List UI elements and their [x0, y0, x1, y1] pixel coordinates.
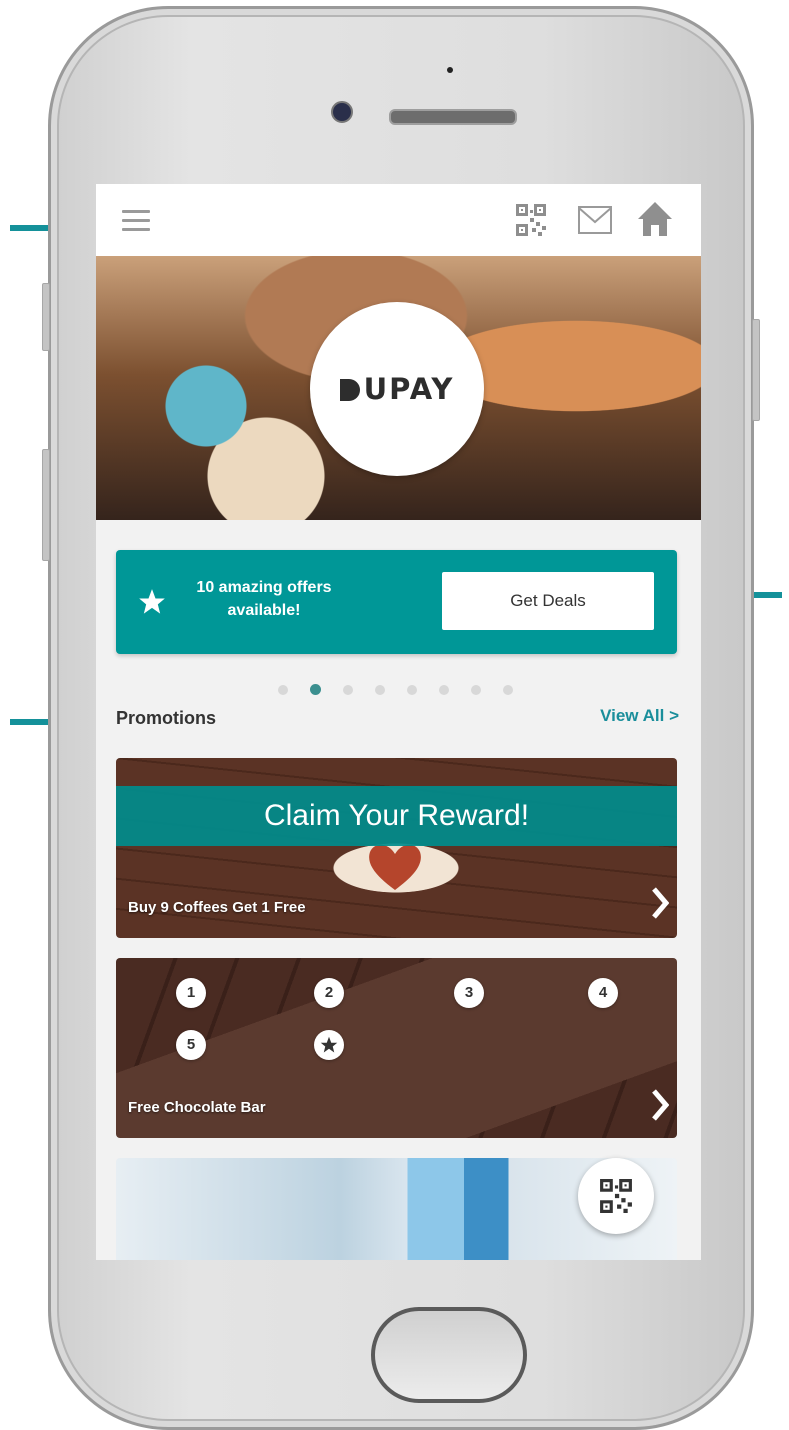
top-bar: [96, 184, 701, 257]
star-icon: [139, 589, 165, 614]
deals-text-line2: available!: [227, 602, 301, 619]
chevron-right-icon: [652, 887, 669, 919]
front-camera: [331, 101, 353, 123]
stamp-star-badge: [314, 1030, 344, 1060]
proximity-sensor: [447, 67, 453, 73]
get-deals-button[interactable]: Get Deals: [442, 572, 654, 630]
hamburger-menu-icon[interactable]: [122, 210, 150, 232]
view-all-link[interactable]: View All >: [600, 706, 679, 726]
carousel-dot[interactable]: [407, 685, 417, 695]
qr-scan-button[interactable]: [578, 1158, 654, 1234]
stamp-badge: 5: [176, 1030, 206, 1060]
power-button: [752, 319, 760, 421]
stamp-badge: 2: [314, 978, 344, 1008]
chevron-right-icon: [652, 1089, 669, 1121]
promotion-card-label: Buy 9 Coffees Get 1 Free: [128, 899, 306, 916]
carousel-dot[interactable]: [310, 684, 321, 695]
side-button: [42, 283, 50, 351]
stamp-badge: 4: [588, 978, 618, 1008]
deals-text-line1: 10 amazing offers: [196, 579, 332, 596]
volume-up-button: [42, 449, 50, 561]
carousel-dot[interactable]: [439, 685, 449, 695]
qr-code-icon[interactable]: [516, 204, 546, 236]
carousel-dots: [278, 682, 535, 695]
carousel-dot[interactable]: [503, 685, 513, 695]
stamp-badge: 3: [454, 978, 484, 1008]
stamp-badge: 1: [176, 978, 206, 1008]
carousel-dot[interactable]: [375, 685, 385, 695]
deals-text: 10 amazing offers available!: [174, 576, 354, 622]
latte-heart-image: [369, 844, 421, 890]
earpiece-speaker: [389, 109, 517, 125]
home-icon[interactable]: [636, 200, 674, 238]
promotions-heading: Promotions: [116, 708, 217, 728]
hero-banner: UPAY: [96, 256, 701, 520]
promotion-card-chocolate[interactable]: 1 2 3 4 5 Free Chocolate Bar: [116, 958, 677, 1138]
claim-reward-banner: Claim Your Reward!: [116, 786, 677, 846]
app-screen: UPAY 10 amazing offers available! Get De…: [96, 184, 701, 1260]
brand-logo: UPAY: [310, 302, 484, 476]
carousel-dot[interactable]: [343, 685, 353, 695]
carousel-dot[interactable]: [471, 685, 481, 695]
promotion-card-coffee[interactable]: Claim Your Reward! Buy 9 Coffees Get 1 F…: [116, 758, 677, 938]
logo-mark-icon: [339, 379, 360, 401]
home-button[interactable]: [371, 1307, 527, 1403]
promotion-card-label: Free Chocolate Bar: [128, 1099, 266, 1116]
carousel-dot[interactable]: [278, 685, 288, 695]
qr-code-icon: [600, 1179, 632, 1213]
star-icon: [320, 1036, 338, 1053]
deals-banner: 10 amazing offers available! Get Deals: [116, 550, 677, 654]
mail-icon[interactable]: [578, 206, 612, 234]
